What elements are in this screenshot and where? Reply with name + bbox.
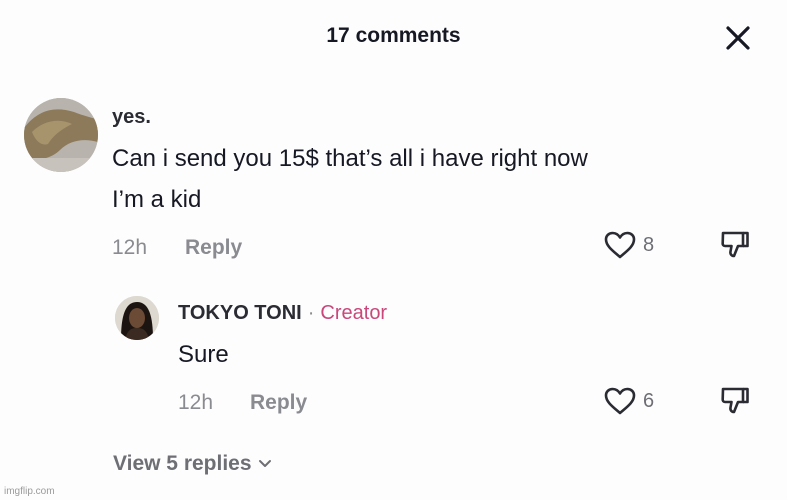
- thumbs-down-icon: [721, 387, 749, 414]
- watermark: imgflip.com: [4, 486, 55, 497]
- view-replies-button[interactable]: View 5 replies: [113, 452, 272, 476]
- comment-dislike-button[interactable]: [719, 229, 751, 266]
- view-replies-label: View 5 replies: [113, 452, 252, 475]
- comments-title: 17 comments: [326, 24, 461, 47]
- thumbs-down-icon: [721, 231, 749, 258]
- comment-text-line1: Can i send you 15$ that’s all i have rig…: [112, 145, 588, 172]
- creator-username[interactable]: TOKYO TONI: [178, 302, 302, 325]
- reply-like-button[interactable]: 6: [603, 386, 654, 416]
- creator-avatar-image: [115, 296, 159, 340]
- comment-text-line2: I’m a kid: [112, 186, 202, 213]
- reply-timestamp: 12h: [178, 391, 214, 414]
- reply-text: Sure: [178, 341, 229, 368]
- comment-like-count: 8: [643, 233, 655, 256]
- avatar-image: [24, 98, 98, 172]
- close-icon: [726, 26, 750, 50]
- chevron-down-icon: [258, 460, 271, 467]
- commenter-username[interactable]: yes.: [112, 106, 151, 129]
- creator-badge: Creator: [320, 302, 388, 324]
- separator-dot: ·: [307, 302, 315, 324]
- reply-dislike-button[interactable]: [719, 385, 751, 422]
- heart-icon: [604, 231, 636, 259]
- close-button[interactable]: [722, 22, 754, 54]
- comment-like-button[interactable]: 8: [603, 230, 654, 260]
- creator-avatar[interactable]: [115, 296, 159, 340]
- comment-reply-button[interactable]: Reply: [185, 236, 242, 260]
- comment-timestamp: 12h: [112, 236, 148, 259]
- reply-reply-button[interactable]: Reply: [250, 391, 307, 415]
- reply-like-count: 6: [643, 389, 655, 412]
- creator-name-row: TOKYO TONI · Creator: [178, 302, 387, 325]
- heart-icon: [604, 387, 636, 415]
- commenter-avatar[interactable]: [24, 98, 98, 172]
